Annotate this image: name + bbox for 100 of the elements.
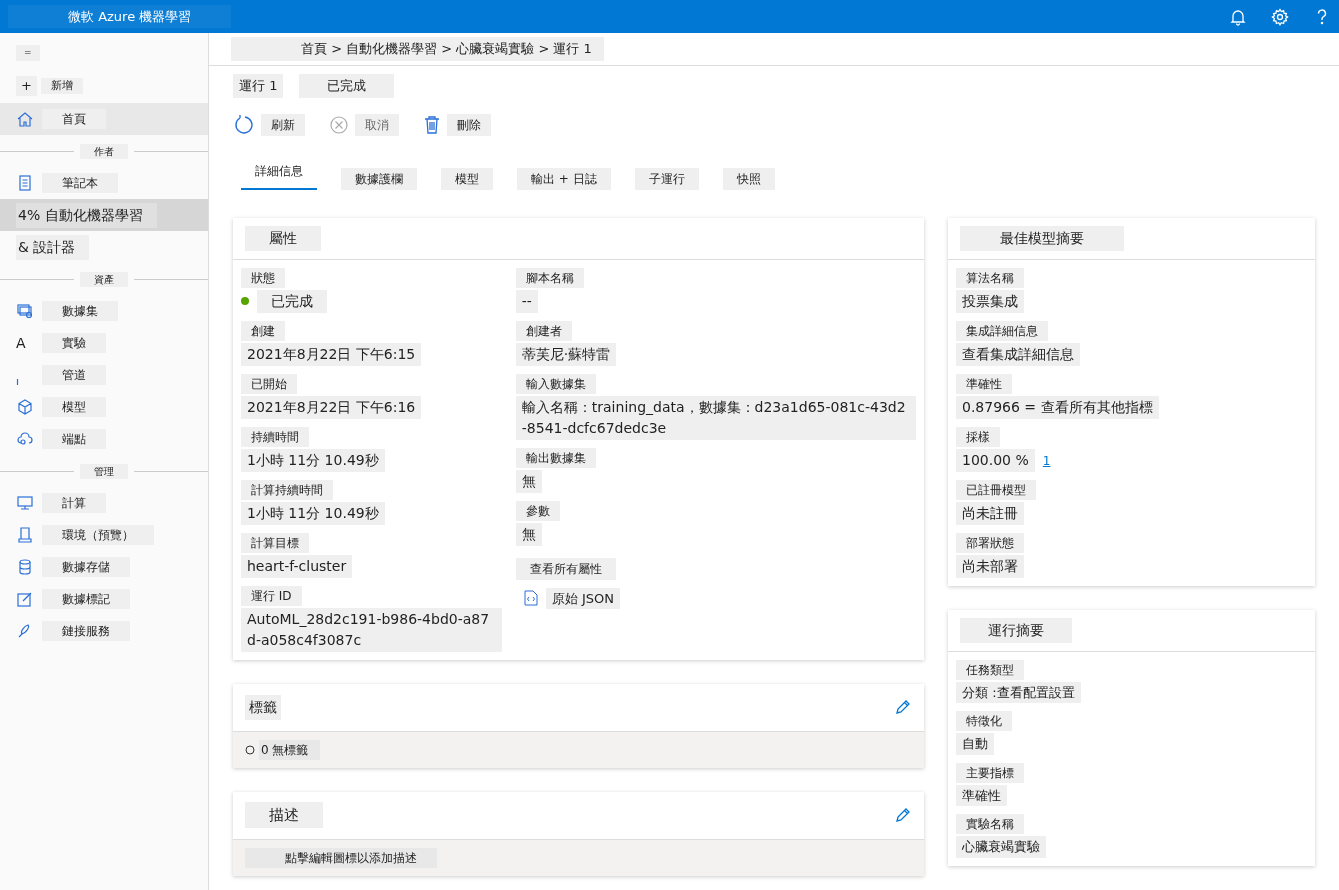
field-value: 2021年8月22日 下午6:16 xyxy=(241,395,422,419)
field-value: 尚未註冊 xyxy=(956,501,1024,525)
field-value: 100.00 % xyxy=(956,448,1035,472)
status-dot xyxy=(241,297,249,305)
tab[interactable]: 快照 xyxy=(722,167,775,190)
edit-icon[interactable] xyxy=(894,698,912,716)
field-label: 輸入數據集 xyxy=(515,373,596,394)
trash-icon xyxy=(423,114,441,135)
settings-icon[interactable] xyxy=(1271,7,1289,26)
field-label: 參數 xyxy=(515,500,560,521)
field-label: 實驗名稱 xyxy=(956,814,1024,834)
field-value: 自動 xyxy=(956,733,994,755)
run-title: 運行 1 xyxy=(233,74,284,98)
home-icon xyxy=(16,110,34,128)
field-value: 心臟衰竭實驗 xyxy=(956,836,1046,858)
tab[interactable]: 子運行 xyxy=(634,167,699,190)
sidebar-row[interactable]: 環境（預覽） xyxy=(0,519,208,551)
card-title: 最佳模型摘要 xyxy=(960,225,1124,251)
field-label: 狀態 xyxy=(241,267,285,288)
field-label: 集成詳細信息 xyxy=(956,320,1048,341)
menu-button[interactable]: = xyxy=(16,45,40,61)
field-label: 創建者 xyxy=(515,320,572,341)
field-label: 創建 xyxy=(241,320,285,341)
sidebar-row[interactable]: 管道 xyxy=(0,359,208,391)
monitor-icon xyxy=(16,494,34,512)
field-value: 分類 :查看配置設置 xyxy=(956,681,1081,703)
edit-icon[interactable] xyxy=(894,806,912,824)
field-label: 輸出數據集 xyxy=(515,447,596,468)
field-value: 1小時 11分 10.49秒 xyxy=(241,501,385,525)
field-label: 計算目標 xyxy=(241,532,309,553)
environment-icon xyxy=(16,526,34,544)
tab[interactable]: 模型 xyxy=(441,167,493,190)
cube-icon xyxy=(16,398,34,416)
section-label: 管理 xyxy=(80,463,128,479)
field-label: 已註冊模型 xyxy=(956,479,1036,500)
field-value: 尚未部署 xyxy=(956,554,1024,578)
sampling-link[interactable]: 1 xyxy=(1042,453,1051,468)
field-label: 腳本名稱 xyxy=(515,267,584,288)
field-label: 計算持續時間 xyxy=(241,479,333,500)
card-title: 描述 xyxy=(245,801,323,829)
section-label: 作者 xyxy=(80,143,128,159)
view-all-properties-link[interactable]: 查看所有屬性 xyxy=(515,557,616,580)
card-title: 標籤 xyxy=(245,694,281,720)
run-status: 已完成 xyxy=(299,74,395,98)
bell-icon[interactable] xyxy=(1229,7,1247,26)
cancel-icon xyxy=(329,114,349,135)
description-field[interactable]: 點擊編輯圖標以添加描述 xyxy=(233,839,924,876)
sidebar-row[interactable]: 模型 xyxy=(0,391,208,423)
field-label: 準確性 xyxy=(956,373,1012,394)
sidebar-row[interactable]: & 設計器 xyxy=(0,231,208,263)
sidebar-row[interactable]: 端點 xyxy=(0,423,208,455)
card-title: 屬性 xyxy=(245,225,321,251)
breadcrumb[interactable]: 首頁 > 自動化機器學習 > 心臟衰竭實驗 > 運行 1 xyxy=(231,37,604,61)
field-value: 查看集成詳細信息 xyxy=(956,342,1080,366)
field-value: 2021年8月22日 下午6:15 xyxy=(241,342,422,366)
app-title: 微軟 Azure 機器學習 xyxy=(8,4,232,29)
field-value: heart-f-cluster xyxy=(241,554,353,578)
field-label: 特徵化 xyxy=(956,711,1012,731)
field-value: 準確性 xyxy=(956,784,1007,806)
field-value: AutoML_28d2c191-b986-4bd0-a87d-a058c4f3087c xyxy=(241,607,502,652)
field-label: 任務類型 xyxy=(956,659,1024,680)
field-label: 已開始 xyxy=(241,373,297,394)
plus-icon[interactable]: + xyxy=(16,76,37,96)
tab[interactable]: 輸出 + 日誌 xyxy=(517,167,611,190)
sidebar-row[interactable]: 鏈接服務 xyxy=(0,615,208,647)
field-value: 已完成 xyxy=(257,289,327,313)
field-label: 運行 ID xyxy=(241,585,302,606)
sidebar-row[interactable]: 數據存儲 xyxy=(0,551,208,583)
field-value: 1小時 11分 10.49秒 xyxy=(241,448,385,472)
file-code-icon xyxy=(523,590,538,607)
sidebar-row[interactable]: 數據集 xyxy=(0,295,208,327)
field-value: 蒂芙尼·蘇特雷 xyxy=(515,342,617,366)
sidebar-row[interactable]: 首頁 xyxy=(0,103,208,135)
empty-tags-text: 0 無標籤 xyxy=(259,739,321,760)
card-title: 運行摘要 xyxy=(960,617,1072,643)
sidebar-row[interactable]: 筆記本 xyxy=(0,167,208,199)
field-value: -- xyxy=(515,289,538,313)
field-value: 輸入名稱：training_data，數據集：d23a1d65-081c-43d2-8541-dcfc67dedc3e xyxy=(515,395,916,440)
database-icon xyxy=(16,558,34,576)
refresh-icon xyxy=(233,113,255,136)
field-label: 算法名稱 xyxy=(956,267,1024,288)
raw-json-link[interactable]: 原始 JSON xyxy=(545,587,620,609)
sidebar-row[interactable]: 計算 xyxy=(0,487,208,519)
tab[interactable]: 數據護欄 xyxy=(341,167,417,190)
field-value: 無 xyxy=(515,469,542,493)
field-value: 0.87966 = 查看所有其他指標 xyxy=(956,395,1159,419)
dataset-icon xyxy=(16,302,34,320)
field-label: 主要指標 xyxy=(956,762,1024,783)
edit-box-icon xyxy=(16,590,34,608)
new-button[interactable]: 新增 xyxy=(40,77,83,95)
sidebar-row[interactable]: 數據標記 xyxy=(0,583,208,615)
field-label: 持續時間 xyxy=(241,426,309,447)
experiment-icon: A xyxy=(16,332,34,354)
section-label: 資產 xyxy=(80,271,128,287)
field-label: 採樣 xyxy=(956,426,1000,447)
field-label: 部署狀態 xyxy=(956,532,1024,553)
sidebar-row[interactable]: 4% 自動化機器學習 xyxy=(0,199,208,231)
notebook-icon xyxy=(16,174,34,192)
sidebar-row[interactable]: A 實驗 xyxy=(0,327,208,359)
field-value: 投票集成 xyxy=(956,289,1024,313)
